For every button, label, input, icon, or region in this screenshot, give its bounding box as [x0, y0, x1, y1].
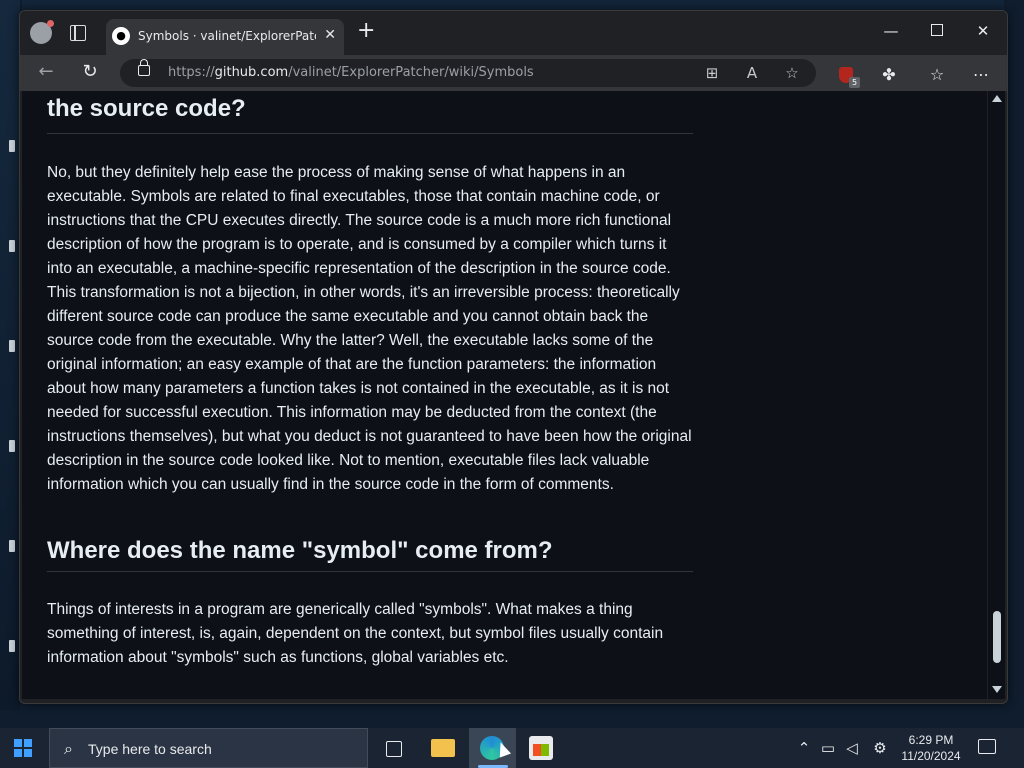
app-available-icon[interactable]: ⊞ — [702, 64, 722, 82]
clock-date: 11/20/2024 — [901, 749, 961, 763]
scroll-up-arrow-icon[interactable] — [992, 95, 1002, 102]
address-bar[interactable]: https://github.com/valinet/ExplorerPatch… — [120, 59, 816, 87]
heading-rule — [47, 571, 693, 572]
desktop-icon-fragment — [9, 340, 15, 352]
system-clock[interactable]: 6:29 PM 11/20/2024 — [896, 732, 966, 764]
maximize-icon[interactable] — [922, 22, 952, 40]
settings-gear-icon[interactable]: ⚙ — [870, 739, 890, 757]
tab-actions-icon[interactable] — [70, 25, 86, 41]
desktop-icon-fragment — [9, 240, 15, 252]
new-tab-icon[interactable]: + — [357, 20, 375, 42]
desktop-icon-fragment — [9, 440, 15, 452]
more-menu-icon[interactable]: ⋯ — [969, 65, 993, 84]
section-heading-partial: the source code? — [47, 95, 246, 122]
desktop-icon-fragment — [9, 640, 15, 652]
browser-toolbar: ← ↻ https://github.com/valinet/ExplorerP… — [20, 55, 1007, 91]
extensions-puzzle-icon[interactable]: ✤ — [877, 65, 901, 84]
clock-time: 6:29 PM — [908, 733, 954, 747]
paragraph-symbols-source: No, but they definitely help ease the pr… — [47, 164, 692, 493]
search-icon: ⌕ — [64, 739, 73, 758]
notification-icon[interactable] — [978, 739, 996, 754]
reload-icon[interactable]: ↻ — [78, 61, 102, 82]
browser-window: ● Symbols · valinet/ExplorerPatcher ✕ + … — [19, 10, 1008, 704]
desktop-icon-fragment — [9, 540, 15, 552]
lock-icon[interactable] — [138, 59, 150, 76]
profile-notification-dot — [47, 20, 54, 27]
desktop-icon-fragment — [9, 140, 15, 152]
close-window-icon[interactable]: ✕ — [968, 22, 998, 40]
page-scrollbar[interactable] — [988, 91, 1005, 699]
url-text[interactable]: https://github.com/valinet/ExplorerPatch… — [168, 65, 534, 80]
search-placeholder: Type here to search — [88, 741, 212, 757]
tab-title: Symbols · valinet/ExplorerPatcher — [138, 29, 316, 43]
tab-close-icon[interactable]: ✕ — [324, 27, 336, 43]
volume-muted-icon[interactable]: ◁ — [842, 739, 862, 757]
favorite-star-icon[interactable]: ☆ — [782, 64, 802, 82]
scroll-down-arrow-icon[interactable] — [992, 686, 1002, 693]
favorites-icon[interactable]: ☆ — [925, 65, 949, 84]
tab-symbols[interactable]: ● Symbols · valinet/ExplorerPatcher ✕ — [106, 19, 344, 55]
page-content: the source code? No, but they definitely… — [22, 91, 987, 699]
tab-strip: ● Symbols · valinet/ExplorerPatcher ✕ + … — [20, 11, 1007, 55]
desktop-edge — [0, 0, 20, 710]
scroll-thumb[interactable] — [993, 611, 1001, 663]
taskbar: ⌕ Type here to search ⌃ ▭ ◁ ⚙ 6:29 PM 11… — [0, 728, 1024, 768]
read-aloud-icon[interactable]: A — [742, 64, 762, 82]
github-icon: ● — [112, 27, 130, 45]
desktop-top-edge — [22, 0, 1004, 10]
network-icon[interactable]: ▭ — [818, 739, 838, 757]
taskbar-search-box[interactable]: ⌕ Type here to search — [49, 728, 368, 768]
heading-rule — [47, 133, 693, 134]
section-heading-symbol-name: Where does the name "symbol" come from? — [47, 537, 553, 564]
windows-start-icon[interactable] — [14, 739, 32, 757]
paragraph-symbol-origin: Things of interests in a program are gen… — [47, 601, 664, 666]
file-explorer-icon[interactable] — [431, 739, 455, 757]
chevron-up-icon[interactable]: ⌃ — [794, 739, 814, 757]
task-view-icon[interactable] — [386, 741, 402, 757]
back-arrow-icon[interactable]: ← — [34, 61, 58, 82]
store-logo — [533, 744, 549, 756]
extension-badge: 5 — [849, 77, 860, 88]
minimize-icon[interactable]: — — [876, 22, 906, 40]
